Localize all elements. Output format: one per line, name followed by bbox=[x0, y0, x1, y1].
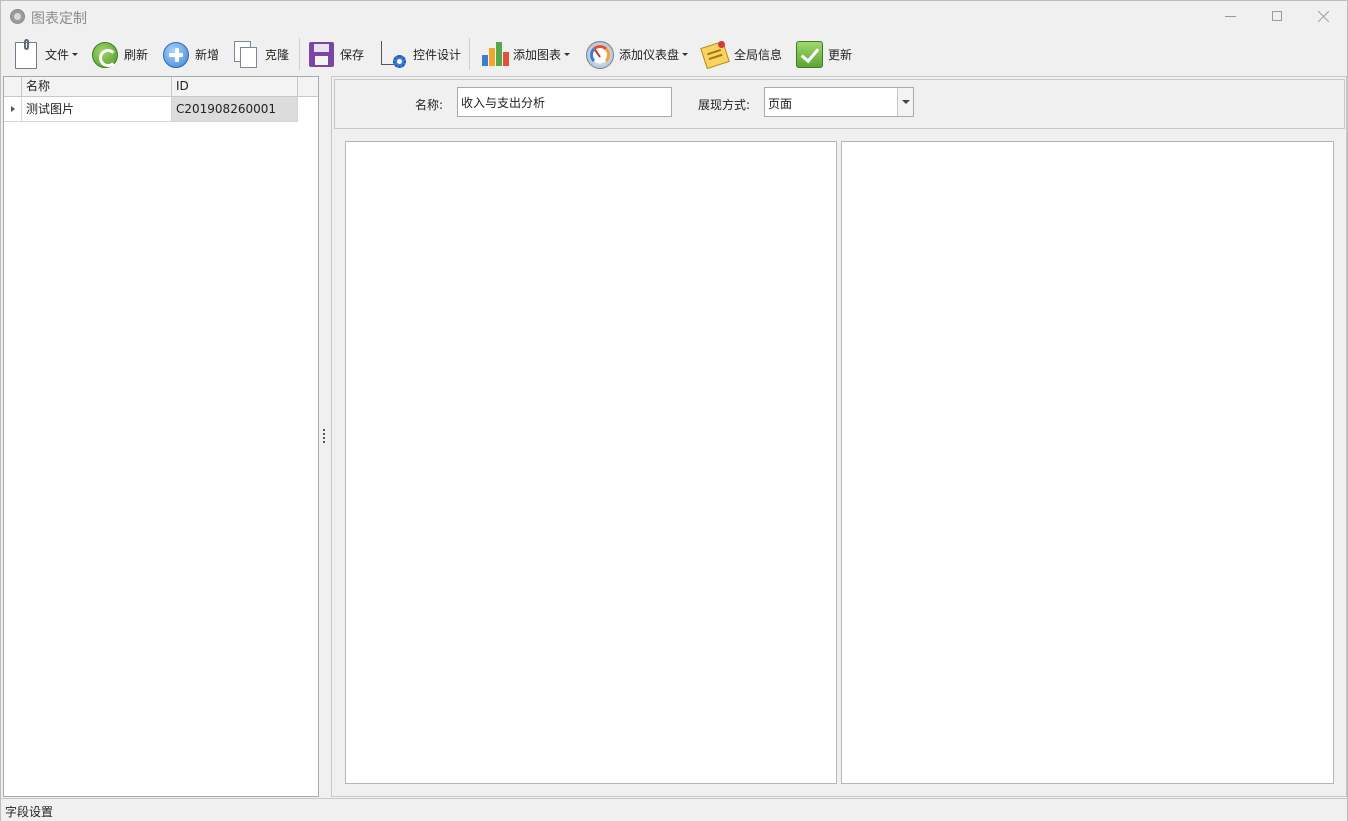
global-info-label: 全局信息 bbox=[734, 47, 783, 62]
name-input[interactable] bbox=[457, 87, 672, 117]
splitter-handle[interactable] bbox=[323, 429, 326, 443]
file-icon bbox=[11, 39, 41, 69]
row-indicator-icon bbox=[4, 97, 22, 122]
note-icon bbox=[700, 39, 730, 70]
clone-label: 克隆 bbox=[265, 47, 290, 62]
close-icon bbox=[1318, 10, 1330, 22]
chart-design-panel: 名称: 展现方式: 页面 bbox=[331, 76, 1347, 797]
cell-name[interactable]: 测试图片 bbox=[22, 97, 172, 122]
global-info-button[interactable]: 全局信息 bbox=[700, 36, 782, 72]
refresh-icon bbox=[90, 39, 120, 69]
window-title: 图表定制 bbox=[31, 11, 87, 27]
add-button[interactable]: 新增 bbox=[161, 36, 219, 72]
file-label: 文件 bbox=[45, 47, 70, 62]
maximize-button[interactable] bbox=[1254, 1, 1300, 31]
column-header-name[interactable]: 名称 bbox=[22, 77, 172, 97]
title-bar: 图表定制 bbox=[1, 1, 1347, 33]
table-row[interactable]: 测试图片 C201908260001 bbox=[4, 97, 318, 122]
refresh-button[interactable]: 刷新 bbox=[90, 36, 148, 72]
properties-bar: 名称: 展现方式: 页面 bbox=[334, 79, 1345, 129]
toolbar-separator bbox=[469, 38, 470, 70]
status-text[interactable]: 字段设置 bbox=[5, 803, 53, 820]
column-header-id[interactable]: ID bbox=[172, 77, 298, 97]
display-mode-select[interactable]: 页面 bbox=[764, 87, 914, 117]
save-icon bbox=[306, 39, 336, 69]
toolbar-separator bbox=[299, 38, 300, 70]
minimize-icon bbox=[1224, 15, 1236, 17]
chart-canvas-left[interactable] bbox=[345, 141, 837, 784]
maximize-icon bbox=[1272, 11, 1282, 21]
grid-indicator-header bbox=[4, 77, 22, 97]
file-menu-button[interactable]: 文件 bbox=[11, 36, 79, 72]
refresh-label: 刷新 bbox=[124, 47, 149, 62]
add-chart-label: 添加图表 bbox=[513, 47, 562, 62]
toolbar: 文件 刷新 新增 克隆 保存 控件设计 添加图表 添加仪表盘 全局信息 更新 bbox=[1, 34, 1347, 74]
control-design-button[interactable]: 控件设计 bbox=[379, 36, 461, 72]
chevron-down-icon bbox=[72, 53, 79, 56]
chart-canvas-right[interactable] bbox=[841, 141, 1334, 784]
name-label: 名称: bbox=[415, 98, 444, 112]
chevron-down-icon bbox=[564, 53, 571, 56]
display-mode-label: 展现方式: bbox=[698, 98, 751, 112]
display-mode-value: 页面 bbox=[768, 97, 793, 111]
bar-chart-icon bbox=[479, 39, 509, 69]
chevron-down-icon bbox=[682, 53, 689, 56]
add-gauge-button[interactable]: 添加仪表盘 bbox=[585, 36, 689, 72]
design-gear-icon bbox=[379, 39, 409, 69]
minimize-button[interactable] bbox=[1207, 1, 1253, 31]
update-button[interactable]: 更新 bbox=[794, 36, 852, 72]
chevron-down-icon[interactable] bbox=[897, 88, 913, 116]
gauge-icon bbox=[585, 39, 615, 69]
cell-id[interactable]: C201908260001 bbox=[172, 97, 298, 122]
add-icon bbox=[161, 39, 191, 69]
checkmark-icon bbox=[794, 39, 824, 69]
save-button[interactable]: 保存 bbox=[306, 36, 364, 72]
clone-button[interactable]: 克隆 bbox=[231, 36, 289, 72]
control-design-label: 控件设计 bbox=[413, 47, 462, 62]
update-label: 更新 bbox=[828, 47, 853, 62]
main-window: 图表定制 文件 刷新 新增 克隆 保存 控件设计 添加图表 添加仪表盘 全局信息… bbox=[0, 0, 1348, 821]
status-bar: 字段设置 bbox=[1, 798, 1347, 821]
add-gauge-label: 添加仪表盘 bbox=[619, 47, 680, 62]
grid-header: 名称 ID bbox=[4, 77, 318, 97]
grid-header-filler bbox=[298, 77, 318, 97]
clone-icon bbox=[231, 39, 261, 69]
add-label: 新增 bbox=[195, 47, 220, 62]
chart-list-grid: 名称 ID 测试图片 C201908260001 bbox=[3, 76, 319, 797]
save-label: 保存 bbox=[340, 47, 365, 62]
add-chart-button[interactable]: 添加图表 bbox=[479, 36, 571, 72]
close-button[interactable] bbox=[1301, 1, 1347, 31]
app-icon bbox=[10, 9, 25, 24]
